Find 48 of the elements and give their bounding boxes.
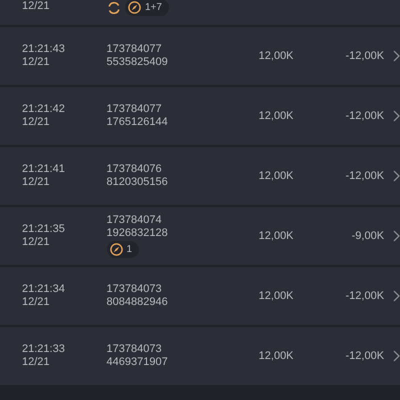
round-id: 173784076 <box>106 163 163 176</box>
net-result: -12,00K <box>346 110 384 122</box>
trade-date: 12/21 <box>22 236 51 249</box>
ticket-number: 4469371907 <box>106 356 169 369</box>
compass-icon <box>110 243 123 256</box>
bet-amount: 12,00K <box>258 290 294 302</box>
ticket-number: 8120305156 <box>106 176 169 189</box>
round-id: 173784077 <box>106 43 163 56</box>
count-badge: 1+7 <box>125 0 169 16</box>
trade-time: 21:21:33 <box>22 343 66 356</box>
chevron-right-icon[interactable] <box>393 170 400 182</box>
net-result: -12,00K <box>346 50 384 62</box>
trade-time: 21:21:41 <box>22 163 66 176</box>
ticket-number: 8084882946 <box>106 296 169 309</box>
net-result: -12,00K <box>346 350 384 362</box>
net-result: -12,00K <box>346 170 384 182</box>
trade-date: 12/21 <box>22 296 51 309</box>
bet-amount: 12,00K <box>258 110 294 122</box>
ticket-number: 1926832128 <box>106 227 169 240</box>
bet-amount: 12,00K <box>258 170 294 182</box>
ticket-number: 1765126144 <box>106 116 169 129</box>
trade-time: 21:21:43 <box>22 43 66 56</box>
round-id: 173784077 <box>106 103 163 116</box>
net-result: -9,00K <box>352 230 384 242</box>
refresh-icon <box>107 0 121 14</box>
net-result: -12,00K <box>346 290 384 302</box>
chevron-right-icon[interactable] <box>393 230 400 242</box>
round-id: 173784074 <box>106 214 163 227</box>
count-badge: 1 <box>106 241 140 258</box>
trade-time: 21:21:34 <box>22 283 66 296</box>
trade-time: 21:21:35 <box>22 223 66 236</box>
trade-date: 12/21 <box>22 0 50 12</box>
trade-date: 12/21 <box>22 116 51 129</box>
trade-date: 12/21 <box>22 56 51 69</box>
chevron-right-icon[interactable] <box>393 50 400 62</box>
ticket-number: 5535825409 <box>106 56 169 69</box>
chevron-right-icon[interactable] <box>393 290 400 302</box>
bet-amount: 12,00K <box>258 230 294 242</box>
trade-time: 21:21:42 <box>22 103 66 116</box>
chevron-right-icon[interactable] <box>393 350 400 362</box>
trade-date: 12/21 <box>22 176 51 189</box>
trade-date: 12/21 <box>22 356 51 369</box>
bet-amount: 12,00K <box>258 50 294 62</box>
round-id: 173784073 <box>106 283 163 296</box>
compass-icon <box>128 1 141 14</box>
round-id: 173784073 <box>106 343 163 356</box>
chevron-right-icon[interactable] <box>393 110 400 122</box>
bet-amount: 12,00K <box>258 350 294 362</box>
